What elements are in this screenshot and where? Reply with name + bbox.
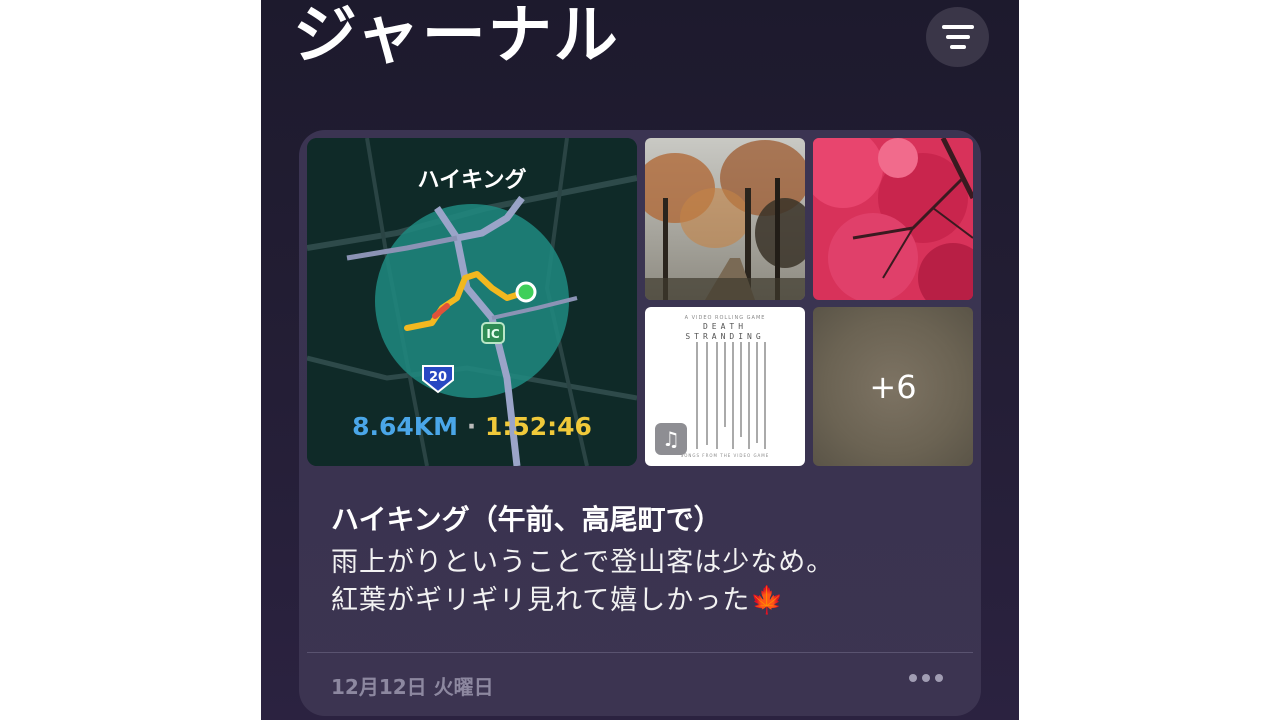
filter-line-mid: [945, 35, 970, 39]
music-note-icon: ♫: [655, 423, 687, 455]
filter-button[interactable]: [926, 7, 989, 67]
page-title: ジャーナル: [293, 0, 620, 73]
filter-lines-icon: [941, 25, 974, 29]
route-shield-label: 20: [429, 370, 447, 385]
maple-photo-image: [813, 138, 973, 300]
card-divider: [307, 652, 973, 653]
entry-date: 12月12日 火曜日: [331, 675, 494, 699]
album-death-stranding[interactable]: A VIDEO ROLLING GAME DEATH STRANDING SON…: [645, 307, 805, 466]
workout-distance: 8.64KM: [352, 412, 458, 441]
workout-stats: 8.64KM · 1:52:46: [307, 412, 637, 441]
workout-type-label: ハイキング: [417, 168, 527, 193]
workout-duration: 1:52:46: [484, 412, 592, 441]
journal-entry-card[interactable]: IC 20 ハイキング 8.64KM · 1:52:46 A VIDEO ROL…: [299, 130, 981, 716]
workout-map[interactable]: IC 20 ハイキング 8.64KM · 1:52:46: [307, 138, 637, 466]
entry-body-line2: 紅葉がギリギリ見れて嬉しかった🍁: [331, 585, 785, 616]
dot: [935, 674, 943, 682]
more-options-icon[interactable]: [909, 674, 943, 682]
more-media-count: +6: [869, 367, 917, 406]
photo-misty-forest[interactable]: [645, 138, 805, 300]
forest-photo-image: [645, 138, 805, 300]
entry-body-line1: 雨上がりということで登山客は少なめ。: [331, 547, 835, 578]
stats-separator: ·: [466, 412, 477, 441]
interchange-label: IC: [486, 327, 499, 341]
dot: [909, 674, 917, 682]
dot: [922, 674, 930, 682]
entry-body: 雨上がりということで登山客は少なめ。 紅葉がギリギリ見れて嬉しかった🍁: [331, 544, 951, 620]
more-media-tile[interactable]: +6: [813, 307, 973, 466]
filter-line-short: [949, 45, 966, 49]
entry-title: ハイキング（午前、高尾町で）: [331, 503, 722, 536]
journal-screen: ジャーナル IC 20 ハイキング 8.64KM · 1:52:46 A VID…: [261, 0, 1019, 720]
photo-red-maple[interactable]: [813, 138, 973, 300]
